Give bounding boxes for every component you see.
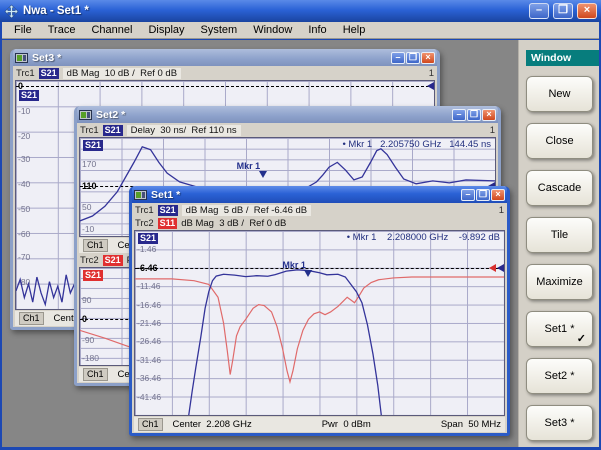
trace-id: Trc1 [80,125,99,136]
sidebar-button-new[interactable]: New [526,76,593,112]
window-icon [79,110,92,120]
trace-id: Trc2 [80,255,99,266]
marker-1[interactable]: Mkr 1 [259,171,267,178]
trace-format: Delay 30 ns/ Ref 110 ns [127,125,241,136]
sidebar-button-tile[interactable]: Tile [526,217,593,253]
set3-title: Set3 * [32,52,390,64]
menu-display[interactable]: Display [140,23,192,37]
app-minimize-button[interactable]: – [529,3,549,19]
marker-label: Mkr 1 [282,260,306,270]
channel-chip[interactable]: Ch1 [83,368,108,381]
trace-format: dB Mag 3 dB / Ref 0 dB [181,218,286,229]
trace-label-chip[interactable]: S21 [138,233,158,244]
diagram-number: 1 [429,68,434,79]
sidebar-button-set2[interactable]: Set2 * [526,358,593,394]
sidebar-button-set1[interactable]: Set1 *✓ [526,311,593,347]
sparam-chip: S21 [103,125,123,136]
sparam-chip: S21 [103,255,123,266]
menu-help[interactable]: Help [335,23,374,37]
set2-maximize-button[interactable]: ❐ [467,109,481,121]
trace-id: Trc1 [16,68,35,79]
trace-plot [135,231,504,415]
application-window: Nwa - Set1 * – ❐ × FileTraceChannelDispl… [0,0,601,450]
app-restore-button[interactable]: ❐ [553,3,573,19]
s11-trace [135,277,504,382]
marker-label: Mkr 1 [237,161,261,171]
sparam-chip: S21 [39,68,59,79]
diagram-number: 1 [490,125,495,136]
window-icon [15,53,28,63]
s21-trace [189,270,382,415]
trace-id: Trc2 [135,218,154,229]
set2-close-button[interactable]: × [482,109,496,121]
set1-trace-row-1[interactable]: Trc1 S21 dB Mag 5 dB / Ref -6.46 dB 1 [132,204,507,217]
channel-chip[interactable]: Ch1 [83,239,108,252]
menu-window[interactable]: Window [245,23,300,37]
trace-label-chip[interactable]: S21 [83,140,103,151]
center-frequency: Center 2.208 GHz [173,419,252,430]
window-set1[interactable]: Set1 * – ❐ × Trc1 S21 dB Mag 5 dB / Ref … [129,186,510,436]
sidebar-button-set3[interactable]: Set3 * [526,405,593,441]
window-sidebar: Window New Close Cascade Tile Maximize Set1 *… [518,40,599,447]
channel-chip[interactable]: Ch1 [138,418,163,431]
set3-minimize-button[interactable]: – [391,52,405,64]
diagram-number: 1 [499,205,504,216]
sparam-chip: S21 [158,205,178,216]
set2-title: Set2 * [96,109,451,121]
menu-trace[interactable]: Trace [40,23,84,37]
set1-minimize-button[interactable]: – [461,189,475,201]
marker-readout: • Mkr 1 2.205750 GHz 144.45 ns [342,139,491,150]
trace-id: Trc1 [135,205,154,216]
app-close-button[interactable]: × [577,3,597,19]
sidebar-buttons: New Close Cascade Tile Maximize Set1 *✓ Set2 *… [519,66,599,441]
sidebar-button-close[interactable]: Close [526,123,593,159]
set1-titlebar[interactable]: Set1 * – ❐ × [132,186,507,203]
menu-channel[interactable]: Channel [83,23,140,37]
set3-titlebar[interactable]: Set3 * – ❐ × [13,49,437,66]
set1-chart[interactable]: -1.46-6.46-11.46-16.46-21.46-26.46-31.46… [134,230,505,416]
trace-label-chip[interactable]: S21 [19,90,39,101]
app-title: Nwa - Set1 * [23,5,525,17]
app-icon [4,4,19,19]
sidebar-button-maximize[interactable]: Maximize [526,264,593,300]
menu-system[interactable]: System [193,23,246,37]
ref-level-arrow-trc2[interactable] [489,264,496,272]
channel-chip[interactable]: Ch1 [19,312,44,325]
app-titlebar[interactable]: Nwa - Set1 * – ❐ × [0,0,601,22]
ref-level-arrow-trc1[interactable] [497,264,504,272]
menu-bar: FileTraceChannelDisplaySystemWindowInfoH… [2,22,599,39]
set1-trace-row-2[interactable]: Trc2 S11 dB Mag 3 dB / Ref 0 dB [132,217,507,230]
sidebar-button-cascade[interactable]: Cascade [526,170,593,206]
check-icon: ✓ [577,332,586,345]
trace-format: dB Mag 10 dB / Ref 0 dB [63,68,181,79]
set3-maximize-button[interactable]: ❐ [406,52,420,64]
set2-trace-row-1[interactable]: Trc1 S21 Delay 30 ns/ Ref 110 ns 1 [77,124,498,137]
ref-level-arrow[interactable] [427,82,434,90]
menu-file[interactable]: File [6,23,40,37]
set1-maximize-button[interactable]: ❐ [476,189,490,201]
set2-titlebar[interactable]: Set2 * – ❐ × [77,106,498,123]
menu-info[interactable]: Info [300,23,334,37]
set3-trace-row[interactable]: Trc1 S21 dB Mag 10 dB / Ref 0 dB 1 [13,67,437,80]
set1-close-button[interactable]: × [491,189,505,201]
sparam-chip: S11 [158,218,178,229]
sidebar-header: Window [526,50,599,66]
marker-1[interactable]: Mkr 1 [304,270,312,277]
set2-minimize-button[interactable]: – [452,109,466,121]
set1-channel-footer: Ch1 Center 2.208 GHz Pwr 0 dBm Span 50 M… [134,417,505,432]
power-level: Pwr 0 dBm [322,419,371,430]
workspace: Set3 * – ❐ × Trc1 S21 dB Mag 10 dB / Ref… [2,40,518,447]
marker-readout: • Mkr 1 2.208000 GHz -9.892 dB [347,232,500,243]
set1-title: Set1 * [151,189,460,201]
set3-close-button[interactable]: × [421,52,435,64]
span-frequency: Span 50 MHz [441,419,501,430]
window-icon [134,190,147,200]
trace-label-chip[interactable]: S21 [83,270,103,281]
trace-format: dB Mag 5 dB / Ref -6.46 dB [182,205,311,216]
